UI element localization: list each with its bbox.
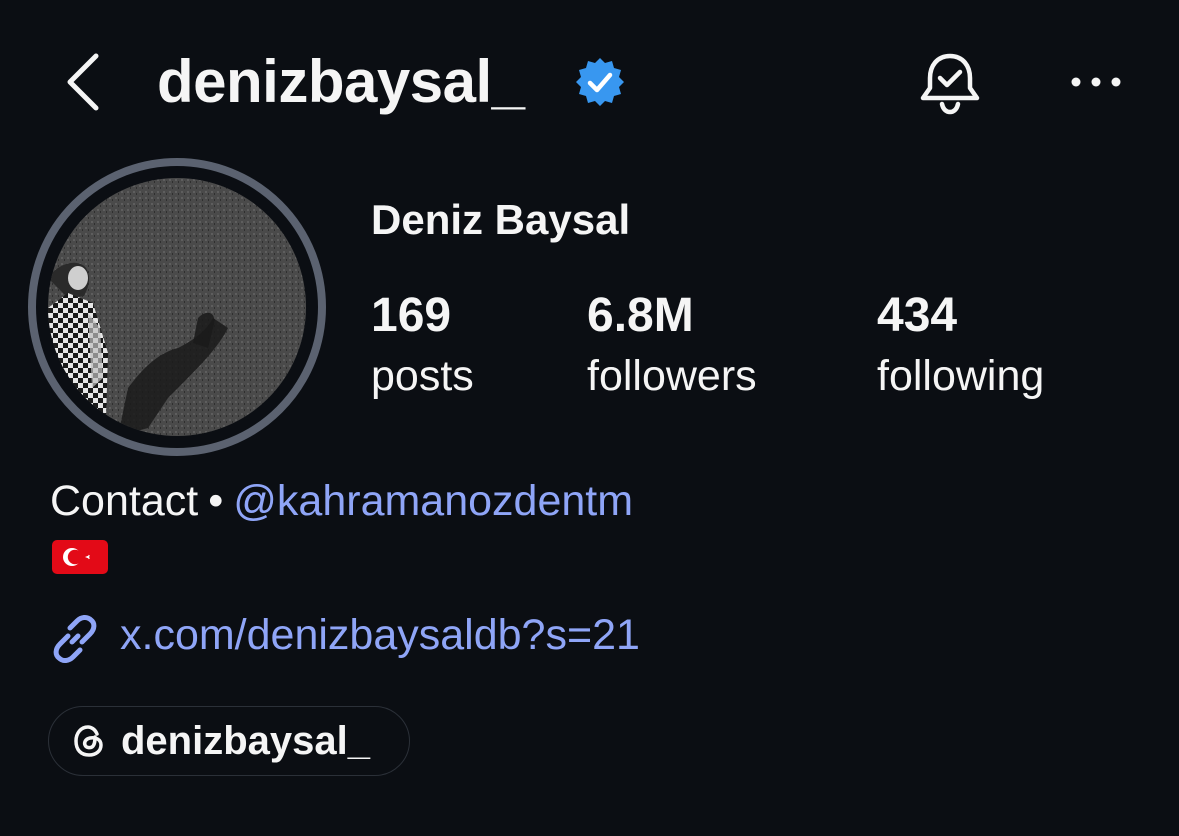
- notifications-button[interactable]: [916, 48, 984, 116]
- posts-count[interactable]: 169: [371, 288, 451, 344]
- bio-separator: •: [208, 477, 224, 525]
- display-name: Deniz Baysal: [371, 196, 631, 243]
- contact-label: Contact: [50, 477, 199, 525]
- bell-check-icon: [920, 53, 980, 115]
- bio-contact-line: Contact • @kahramanozdentm: [50, 474, 633, 528]
- verified-badge-icon: [574, 56, 626, 108]
- followers-label[interactable]: followers: [587, 350, 757, 402]
- chevron-left-icon: [67, 53, 99, 111]
- profile-username: denizbaysal_: [157, 48, 525, 115]
- more-options-button[interactable]: [1066, 60, 1126, 104]
- followers-count[interactable]: 6.8M: [587, 288, 694, 344]
- contact-handle-link[interactable]: @kahramanozdentm: [233, 477, 633, 525]
- posts-label[interactable]: posts: [371, 350, 474, 402]
- threads-profile-button[interactable]: denizbaysal_: [48, 706, 410, 776]
- following-label[interactable]: following: [877, 350, 1044, 402]
- link-icon: [48, 612, 102, 666]
- following-count[interactable]: 434: [877, 288, 957, 344]
- threads-icon: [74, 725, 103, 757]
- threads-handle: denizbaysal_: [121, 719, 371, 763]
- turkey-flag-icon: [52, 538, 108, 576]
- avatar-ring[interactable]: [28, 158, 326, 456]
- more-horizontal-icon: [1071, 77, 1121, 87]
- back-button[interactable]: [60, 50, 110, 114]
- avatar: [48, 178, 306, 436]
- website-link[interactable]: x.com/denizbaysaldb?s=21: [120, 608, 640, 662]
